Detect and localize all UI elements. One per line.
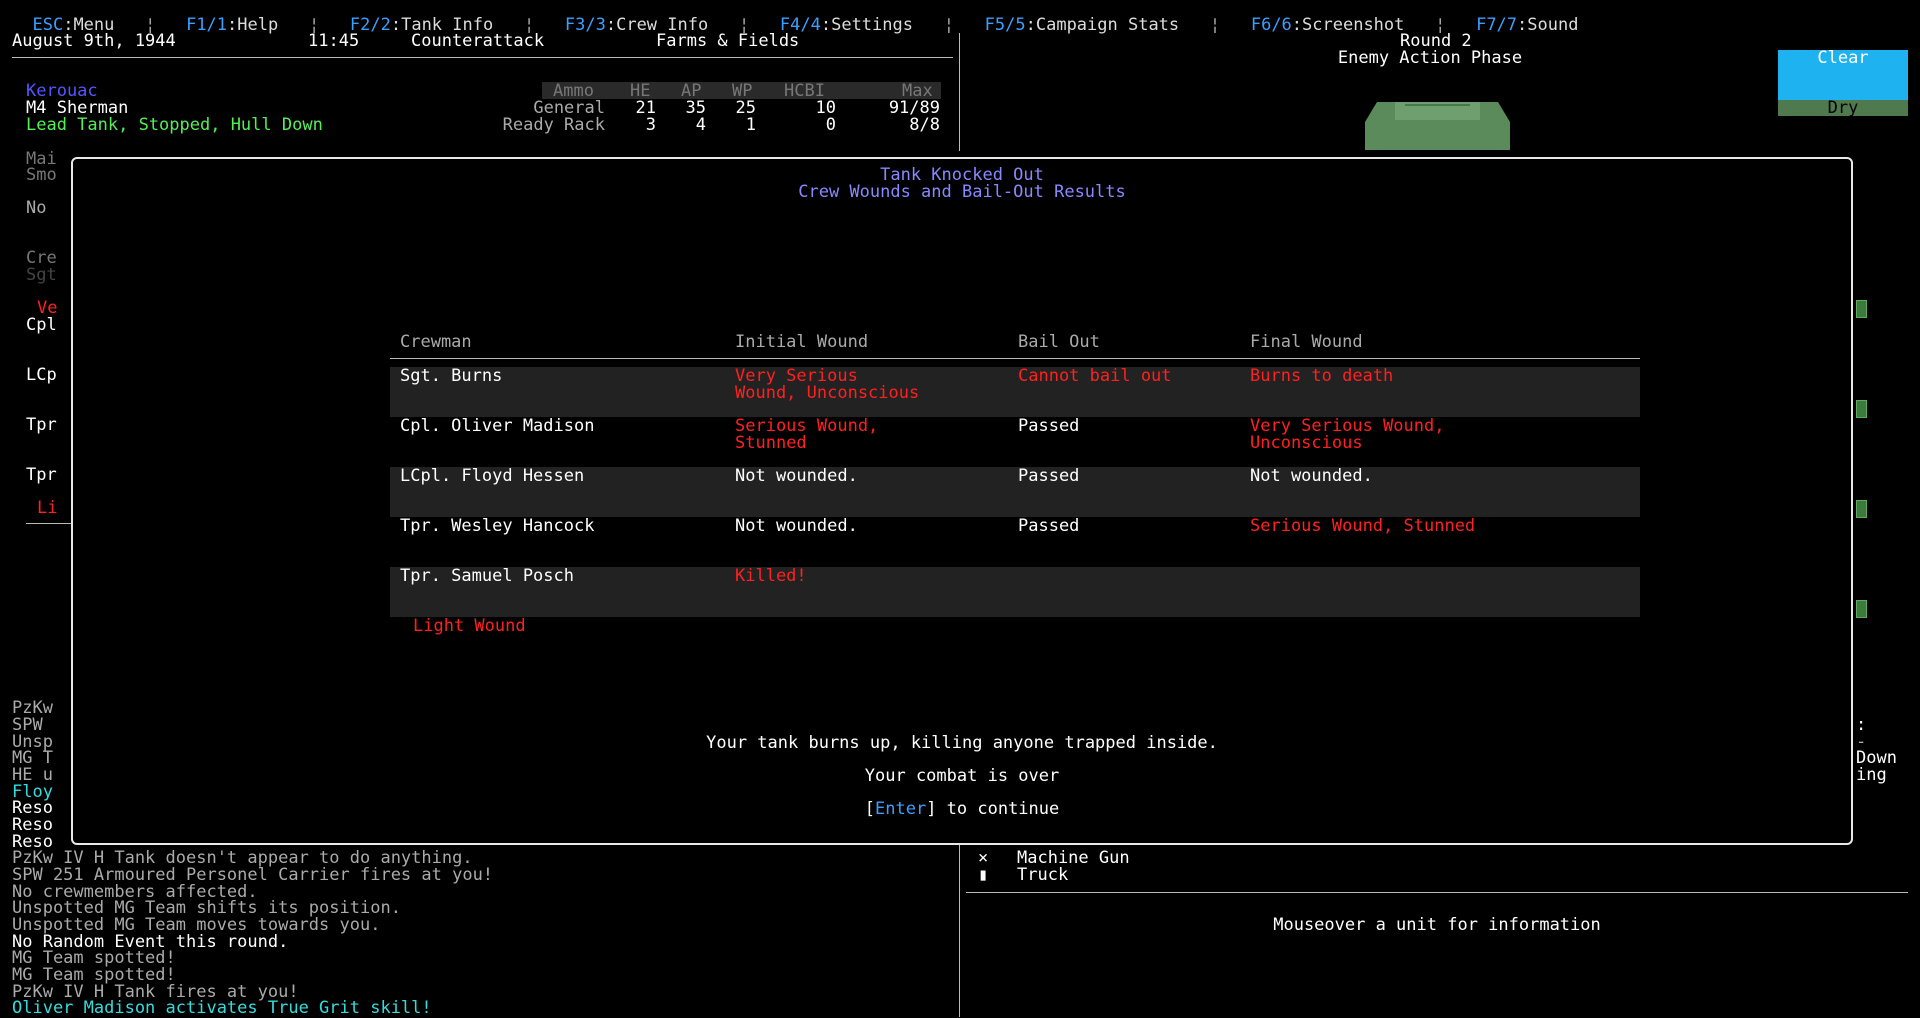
- player-tank-icon: [1365, 102, 1510, 150]
- panel-divider-bottom: [959, 845, 960, 1017]
- date-label: August 9th, 1944: [12, 31, 176, 51]
- crew-final-wound: Serious Wound, Stunned: [1250, 516, 1476, 536]
- ammo-cell: 3: [645, 115, 656, 135]
- mission-label: Counterattack: [411, 31, 545, 51]
- side-marker: [1856, 500, 1867, 518]
- ammo-cell: 8/8: [909, 115, 940, 135]
- menu-help[interactable]: F1/1:Help: [186, 15, 278, 35]
- left-fragment: Tpr: [26, 465, 57, 485]
- crew-bail-out: Passed: [1018, 466, 1080, 486]
- right-fragment: ing: [1856, 765, 1887, 785]
- log-line: Oliver Madison activates True Grit skill…: [12, 998, 432, 1018]
- unit-truck[interactable]: Truck: [1017, 867, 1068, 884]
- menu-bar: ESC:Menu ¦ F1/1:Help ¦ F2/2:Tank Info ¦ …: [32, 15, 1579, 35]
- crew-initial-wound: Stunned: [735, 433, 807, 453]
- menu-campaign-stats[interactable]: F5/5:Campaign Stats: [985, 15, 1179, 35]
- crew-name: LCpl. Floyd Hessen: [400, 466, 585, 486]
- ground-label: Dry: [1827, 98, 1859, 118]
- crew-name: Tpr. Samuel Posch: [400, 566, 574, 586]
- crew-name: Sgt. Burns: [400, 366, 503, 386]
- crew-final-wound: Not wounded.: [1250, 466, 1373, 486]
- col-bail-out: Bail Out: [1018, 332, 1100, 352]
- tank-status: Lead Tank, Stopped, Hull Down: [26, 115, 323, 135]
- left-fragment: LCp: [26, 365, 57, 385]
- menu-sound[interactable]: F7/7:Sound: [1476, 15, 1578, 35]
- col-crewman: Crewman: [400, 332, 472, 352]
- crew-final-wound: Burns to death: [1250, 366, 1394, 386]
- ammo-row-label: Ready Rack: [502, 115, 605, 135]
- ammo-cell: 1: [745, 115, 756, 135]
- left-fragment: Smo: [26, 165, 57, 185]
- burn-message: Your tank burns up, killing anyone trapp…: [706, 733, 1218, 753]
- menu-settings[interactable]: F4/4:Settings: [780, 15, 913, 35]
- crew-bail-out: Passed: [1018, 416, 1080, 436]
- side-marker: [1856, 600, 1867, 618]
- crew-bail-out: Cannot bail out: [1018, 366, 1172, 386]
- left-fragment: Li: [37, 498, 58, 518]
- col-initial-wound: Initial Wound: [735, 332, 869, 352]
- unit-icon-truck: ▮: [978, 865, 989, 885]
- left-fragment: No: [26, 198, 47, 218]
- panel-divider-top: [959, 33, 960, 151]
- crew-initial-wound: Killed!: [735, 566, 807, 586]
- table-header-divider: [390, 358, 1640, 359]
- ammo-cell: 0: [825, 115, 836, 135]
- left-fragment: Tpr: [26, 415, 57, 435]
- continue-prompt[interactable]: [Enter] to continue: [73, 801, 1851, 818]
- weather-widget: Clear Dry: [1778, 48, 1908, 118]
- combat-over-message: Your combat is over: [864, 766, 1060, 786]
- sky-label: Clear: [1817, 48, 1869, 68]
- unit-info-hint: Mouseover a unit for information: [1273, 915, 1601, 935]
- crew-initial-wound: Not wounded.: [735, 516, 858, 536]
- enter-key[interactable]: Enter: [875, 799, 926, 819]
- stray-wound-label: Light Wound: [413, 616, 526, 636]
- crew-bail-out: Passed: [1018, 516, 1080, 536]
- knocked-out-dialog: Tank Knocked Out Crew Wounds and Bail-Ou…: [71, 157, 1853, 845]
- ammo-cell: 4: [695, 115, 706, 135]
- crew-initial-wound: Not wounded.: [735, 466, 858, 486]
- col-final-wound: Final Wound: [1250, 332, 1363, 352]
- crew-name: Cpl. Oliver Madison: [400, 416, 595, 436]
- crew-final-wound: Unconscious: [1250, 433, 1363, 453]
- crew-initial-wound: Wound, Unconscious: [735, 383, 920, 403]
- crew-name: Tpr. Wesley Hancock: [400, 516, 595, 536]
- side-marker: [1856, 300, 1867, 318]
- header-divider: [12, 57, 953, 58]
- side-marker: [1856, 400, 1867, 418]
- time-label: 11:45: [308, 31, 360, 51]
- terrain-label: Farms & Fields: [656, 31, 800, 51]
- menu-screenshot[interactable]: F6/6:Screenshot: [1251, 15, 1405, 35]
- phase-label: Enemy Action Phase: [1337, 48, 1523, 68]
- table-row: [390, 567, 1640, 617]
- table-row: [390, 367, 1640, 417]
- left-fragment: Sgt: [26, 265, 57, 285]
- unit-divider: [966, 892, 1908, 893]
- left-divider: [26, 523, 71, 524]
- dialog-subtitle: Crew Wounds and Bail-Out Results: [798, 182, 1126, 202]
- left-fragment: Cpl: [26, 315, 57, 335]
